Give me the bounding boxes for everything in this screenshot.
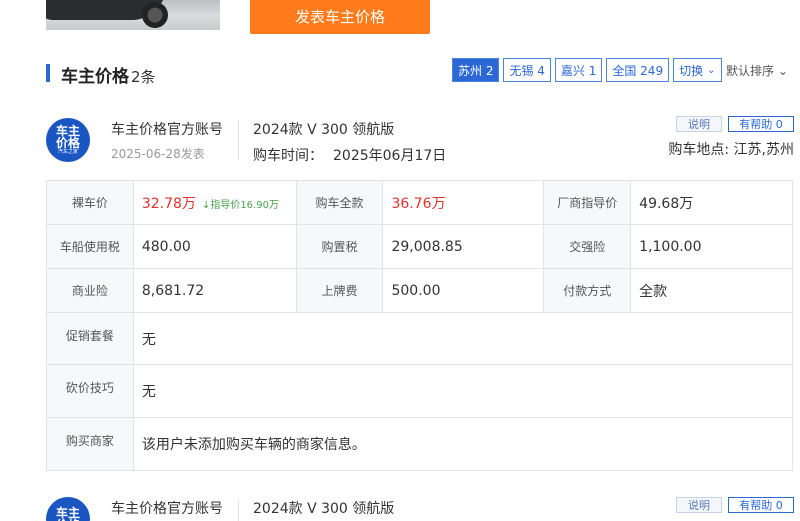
- avatar-logo-text: 车主价格: [55, 123, 80, 150]
- car-thumbnail[interactable]: [46, 0, 220, 30]
- avatar-logo-subtext: 汽车之家: [57, 148, 78, 155]
- total-price-value: 36.76万: [382, 180, 545, 225]
- purchase-date-label: 购车时间：: [253, 148, 323, 164]
- purchase-location: 购车地点: 江苏,苏州: [668, 142, 794, 158]
- table-row: 促销套餐 无: [46, 312, 794, 365]
- publish-owner-price-button[interactable]: 发表车主价格: [250, 0, 430, 34]
- helpful-button[interactable]: 有帮助 0: [728, 497, 794, 513]
- bargain-tips-label: 砍价技巧: [46, 364, 134, 418]
- bare-price-label: 裸车价: [46, 180, 134, 225]
- promo-label: 促销套餐: [46, 312, 134, 365]
- bare-price-value: 32.78万: [141, 195, 196, 212]
- payment-method-value: 全款: [630, 268, 793, 313]
- price-record: 车主价格 车主价格官方账号 2024款 V 300 领航版 说明 有帮助 0: [46, 497, 794, 521]
- total-price-label: 购车全款: [295, 180, 384, 225]
- avatar-logo-text: 车主价格: [55, 506, 80, 521]
- promo-value: 无: [132, 312, 794, 365]
- bare-price-cell: 32.78万 ↓指导价16.90万: [132, 180, 297, 225]
- vehicle-tax-label: 车船使用税: [46, 224, 134, 269]
- table-row: 砍价技巧 无: [46, 364, 794, 418]
- payment-method-label: 付款方式: [543, 268, 632, 313]
- plate-fee-value: 500.00: [382, 268, 545, 313]
- city-tab-suzhou[interactable]: 苏州 2: [452, 58, 500, 82]
- section-count: 2条: [131, 68, 156, 86]
- price-detail-table: 裸车价 32.78万 ↓指导价16.90万 购车全款 36.76万 厂商指导价 4…: [46, 180, 794, 471]
- city-tab-jiaxing[interactable]: 嘉兴 1: [554, 58, 603, 82]
- table-row: 裸车价 32.78万 ↓指导价16.90万 购车全款 36.76万 厂商指导价 4…: [46, 180, 793, 225]
- compulsory-insurance-value: 1,100.00: [630, 224, 793, 269]
- avatar[interactable]: 车主价格: [46, 497, 90, 521]
- sort-dropdown[interactable]: 默认排序 ⌄: [726, 62, 788, 79]
- purchase-date: 购车时间： 2025年06月17日: [253, 145, 446, 165]
- purchase-tax-value: 29,008.85: [382, 224, 545, 269]
- chevron-down-icon: ⌄: [707, 64, 716, 76]
- helpful-button[interactable]: 有帮助 0: [728, 116, 794, 132]
- city-switch-label: 切换: [679, 63, 704, 78]
- table-row: 商业险 8,681.72 上牌费 500.00 付款方式 全款: [46, 268, 793, 313]
- section-title: 车主价格 2条: [61, 62, 156, 87]
- commercial-insurance-value: 8,681.72: [132, 268, 297, 313]
- divider: [238, 499, 239, 521]
- chevron-down-icon: ⌄: [774, 64, 788, 78]
- explain-button[interactable]: 说明: [676, 497, 722, 513]
- commercial-insurance-label: 商业险: [46, 268, 134, 313]
- vehicle-tax-value: 480.00: [132, 224, 297, 269]
- avatar[interactable]: 车主 价格 汽车之家: [46, 118, 90, 162]
- city-switch-dropdown[interactable]: 切换 ⌄: [673, 58, 722, 82]
- dealer-label: 购买商家: [46, 417, 134, 471]
- compulsory-insurance-label: 交强险: [543, 224, 632, 269]
- city-tab-national[interactable]: 全国 249: [606, 58, 670, 82]
- purchase-tax-label: 购置税: [295, 224, 384, 269]
- purchase-date-value: 2025年06月17日: [333, 148, 447, 164]
- section-accent-bar: [46, 64, 50, 82]
- plate-fee-label: 上牌费: [295, 268, 384, 313]
- owner-name[interactable]: 车主价格官方账号: [111, 498, 223, 518]
- price-record: 车主 价格 汽车之家 车主价格官方账号 2025-06-28发表 2024款 V …: [46, 116, 794, 473]
- car-wheel-graphic: [142, 2, 168, 28]
- sort-label: 默认排序: [726, 64, 775, 78]
- car-model[interactable]: 2024款 V 300 领航版: [253, 119, 394, 139]
- car-model[interactable]: 2024款 V 300 领航版: [253, 498, 394, 518]
- msrp-value: 49.68万: [630, 180, 793, 225]
- guide-price-note: ↓指导价16.90万: [201, 199, 279, 211]
- city-tab-wuxi[interactable]: 无锡 4: [503, 58, 551, 82]
- divider: [238, 120, 239, 160]
- section-title-text: 车主价格: [61, 67, 129, 87]
- city-filter-tabs: 苏州 2 无锡 4 嘉兴 1 全国 249 切换 ⌄: [452, 58, 722, 82]
- explain-button[interactable]: 说明: [676, 116, 722, 132]
- bargain-tips-value: 无: [132, 364, 794, 418]
- dealer-value: 该用户未添加购买车辆的商家信息。: [132, 417, 794, 471]
- table-row: 购买商家 该用户未添加购买车辆的商家信息。: [46, 417, 794, 471]
- owner-name[interactable]: 车主价格官方账号: [111, 119, 223, 139]
- msrp-label: 厂商指导价: [543, 180, 632, 225]
- post-date: 2025-06-28发表: [111, 147, 205, 161]
- table-row: 车船使用税 480.00 购置税 29,008.85 交强险 1,100.00: [46, 224, 793, 269]
